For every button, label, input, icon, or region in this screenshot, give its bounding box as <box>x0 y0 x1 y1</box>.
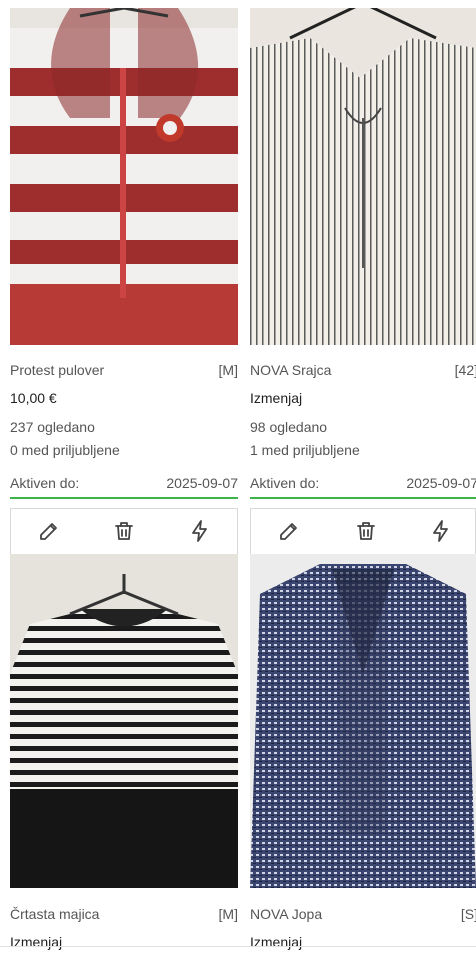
listing-actions-bar <box>250 508 476 554</box>
knit-cardigan-photo <box>250 554 476 888</box>
listing-title[interactable]: Črtasta majica <box>10 906 99 922</box>
active-until-row: Aktiven do: 2025-09-07 <box>250 475 476 499</box>
lightning-icon[interactable] <box>188 519 212 543</box>
active-until-date: 2025-09-07 <box>406 475 476 491</box>
listing-price: Izmenjaj <box>250 934 303 950</box>
active-until-date: 2025-09-07 <box>166 475 238 491</box>
listing-size: [M] <box>218 906 238 922</box>
active-until-label: Aktiven do: <box>250 475 320 491</box>
listing-photo[interactable] <box>250 8 476 345</box>
striped-shirt-photo <box>250 8 476 345</box>
listing-views: 237 ogledano <box>10 419 95 435</box>
listing-photo[interactable] <box>10 8 238 345</box>
listing-price: Izmenjaj <box>250 390 303 406</box>
listing-title[interactable]: NOVA Jopa <box>250 906 322 922</box>
listing-photo[interactable] <box>10 554 238 888</box>
listing-photo[interactable] <box>250 554 476 888</box>
listing-views: 98 ogledano <box>250 419 328 435</box>
trash-icon[interactable] <box>112 519 136 543</box>
active-until-row: Aktiven do: 2025-09-07 <box>10 475 238 499</box>
pencil-icon[interactable] <box>277 519 301 543</box>
hoodie-photo <box>10 8 238 345</box>
trash-icon[interactable] <box>354 519 378 543</box>
listing-size: [S] <box>460 906 476 922</box>
listing-favorites: 1 med priljubljene <box>250 442 360 458</box>
listing-title[interactable]: Protest pulover <box>10 362 104 378</box>
listing-price: Izmenjaj <box>10 934 63 950</box>
bottom-divider <box>0 946 476 947</box>
lightning-icon[interactable] <box>429 519 453 543</box>
listing-size: [42] <box>454 362 476 378</box>
pencil-icon[interactable] <box>37 519 61 543</box>
active-until-label: Aktiven do: <box>10 475 80 491</box>
listing-title[interactable]: NOVA Srajca <box>250 362 331 378</box>
striped-tshirt-photo <box>10 554 238 888</box>
listing-price: 10,00 € <box>10 390 57 406</box>
listing-size: [M] <box>218 362 238 378</box>
listing-actions-bar <box>10 508 238 554</box>
listing-favorites: 0 med priljubljene <box>10 442 120 458</box>
